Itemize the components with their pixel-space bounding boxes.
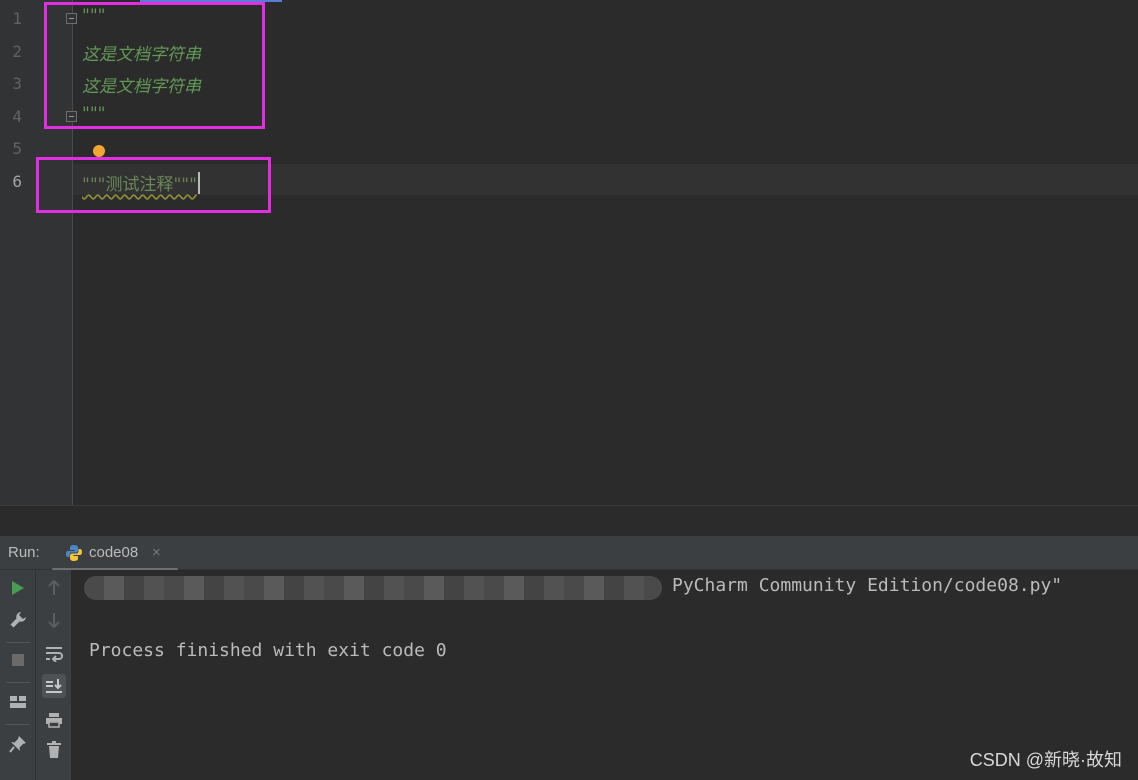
edit-configuration-button[interactable] <box>6 608 30 632</box>
line-number: 2 <box>12 42 22 61</box>
toolbar-divider <box>6 682 30 683</box>
down-stack-button[interactable] <box>42 608 66 632</box>
clear-all-button[interactable] <box>42 738 66 762</box>
line-number: 5 <box>12 139 22 158</box>
line-number: 4 <box>12 107 22 126</box>
toolbar-divider <box>6 724 30 725</box>
rerun-button[interactable] <box>6 576 30 600</box>
toolbar-divider <box>6 642 30 643</box>
pin-tab-button[interactable] <box>6 732 30 756</box>
stop-icon <box>12 654 24 666</box>
console-exit-message: Process finished with exit code 0 <box>89 640 447 661</box>
console-command-line: PyCharm Community Edition/code08.py" <box>672 575 1063 596</box>
watermark: CSDN @新晓·故知 <box>969 750 1122 770</box>
layout-icon <box>10 696 26 708</box>
scroll-to-end-button[interactable] <box>42 674 66 698</box>
redacted-path <box>84 576 662 600</box>
run-panel-header: Run: code08 × <box>0 536 1138 571</box>
run-toolbar-primary <box>0 570 36 780</box>
highlight-box-docstring <box>44 2 265 129</box>
wrap-icon <box>46 647 63 662</box>
soft-wrap-button[interactable] <box>42 642 66 666</box>
restore-layout-button[interactable] <box>6 690 30 714</box>
up-stack-button[interactable] <box>42 576 66 600</box>
run-label: Run: <box>8 544 40 561</box>
tab-code08[interactable]: code08 × <box>52 536 178 571</box>
line-number-active: 6 <box>12 172 22 191</box>
pin-icon <box>9 736 26 753</box>
line-number: 3 <box>12 74 22 93</box>
line-number: 1 <box>12 9 22 28</box>
stop-button[interactable] <box>6 648 30 672</box>
trash-icon <box>47 741 61 758</box>
lightbulb-icon[interactable] <box>93 145 105 160</box>
arrow-down-icon <box>48 613 60 628</box>
arrow-up-icon <box>48 580 60 595</box>
run-toolbar-secondary <box>36 570 72 780</box>
python-icon <box>66 545 82 561</box>
print-button[interactable] <box>42 708 66 732</box>
tab-title: code08 <box>89 544 139 561</box>
printer-icon <box>46 713 62 728</box>
close-icon[interactable]: × <box>152 544 161 561</box>
scroll-to-end-icon <box>46 679 62 693</box>
console-output[interactable]: PyCharm Community Edition/code08.py" Pro… <box>72 570 1138 780</box>
highlight-box-comment <box>36 157 271 213</box>
wrench-icon <box>10 612 26 628</box>
play-icon <box>12 581 24 595</box>
code-editor[interactable]: 1 2 3 4 5 6 """ 这是文档字符串 这是文档字符串 """ """测… <box>0 0 1138 505</box>
panel-divider[interactable] <box>0 505 1138 536</box>
